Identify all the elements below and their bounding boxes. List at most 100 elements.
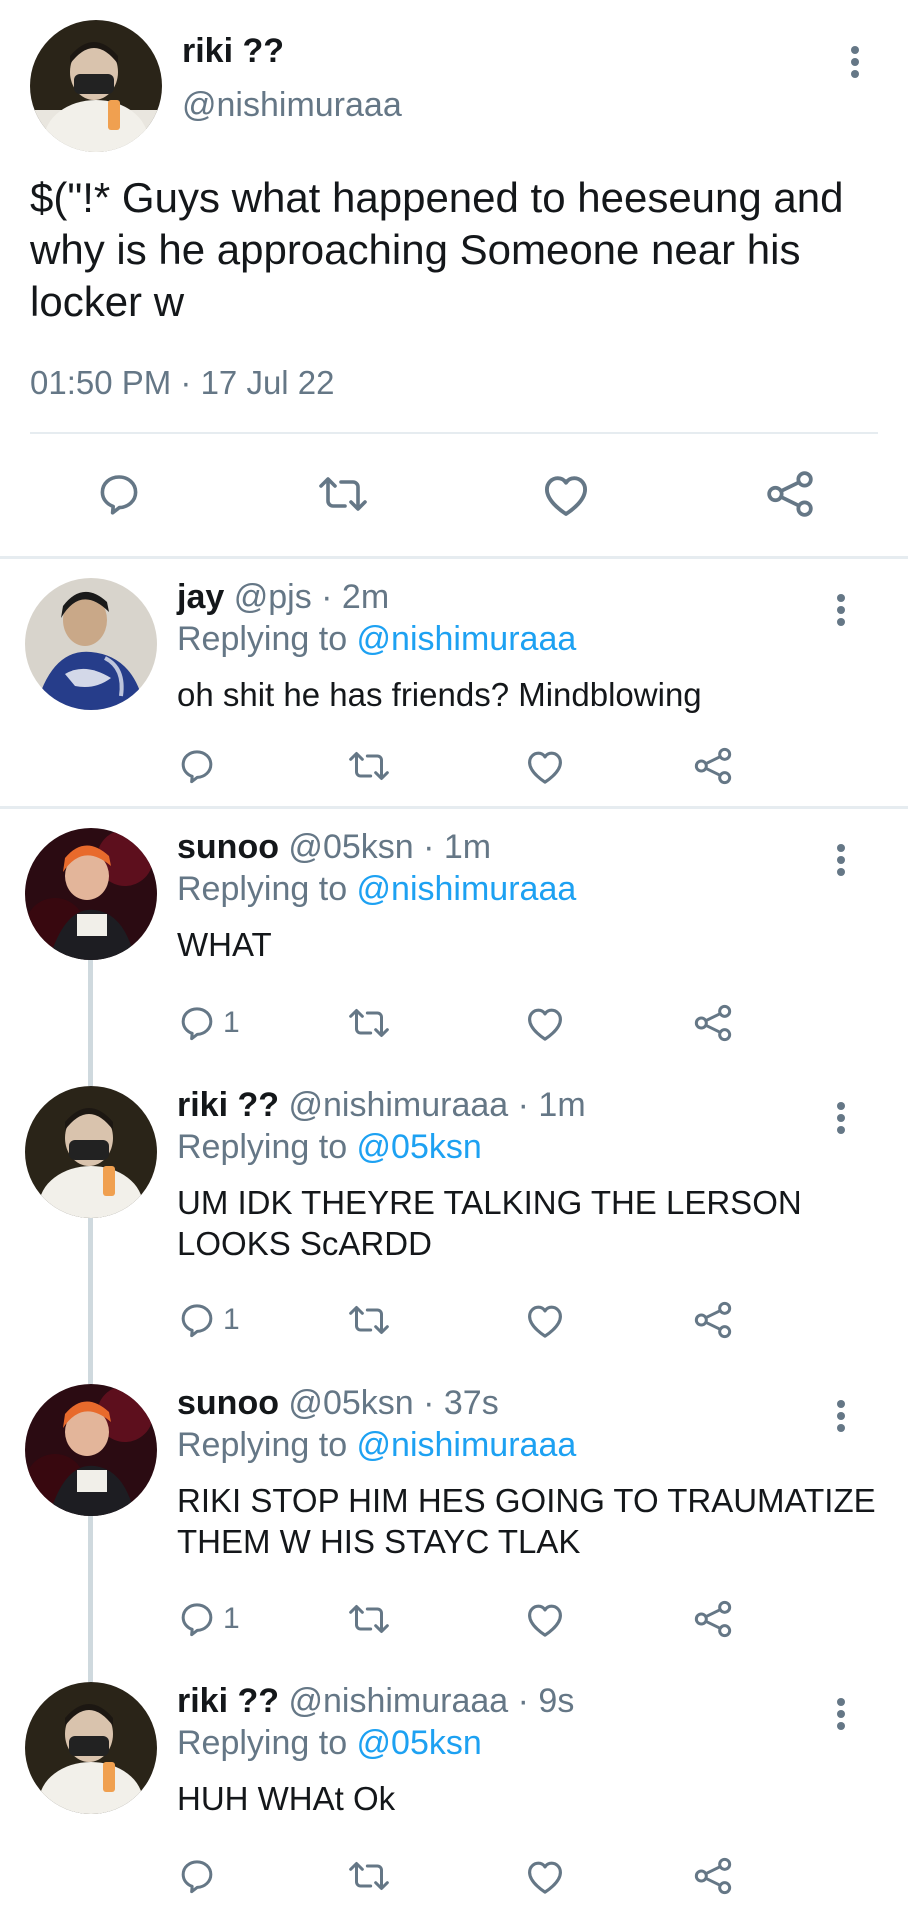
author-handle-time: @pjs · 2m: [224, 578, 390, 616]
thread-line: [88, 1514, 93, 1682]
author-name[interactable]: riki ??: [182, 32, 284, 71]
retweet-icon: [349, 1862, 389, 1890]
author-name[interactable]: jay: [177, 578, 224, 616]
heart-icon: [528, 1861, 562, 1894]
mention-link[interactable]: @05ksn: [357, 1724, 482, 1762]
retweet-icon: [349, 1605, 389, 1633]
section-divider: [0, 806, 908, 809]
retweet-button[interactable]: [347, 742, 391, 790]
replying-to: Replying to @nishimuraaa: [177, 1426, 576, 1465]
reply-count: 1: [223, 1303, 240, 1336]
reply-button[interactable]: [177, 1852, 223, 1900]
reply-button[interactable]: [177, 742, 223, 790]
reply-icon: [100, 475, 138, 515]
retweet-button[interactable]: [315, 466, 371, 522]
reply-header: jay @pjs · 2m: [177, 578, 389, 617]
retweet-icon: [349, 1306, 389, 1334]
author-handle-time: @nishimuraaa · 1m: [279, 1086, 586, 1124]
reply-text: oh shit he has friends? Mindblowing: [177, 676, 702, 713]
reply-icon: [181, 1007, 213, 1041]
avatar[interactable]: [25, 578, 157, 710]
reply-count: 1: [223, 1602, 240, 1635]
share-button[interactable]: [693, 1595, 733, 1643]
author-handle-time: @nishimuraaa · 9s: [279, 1682, 575, 1720]
reply-icon: [181, 750, 213, 784]
like-button[interactable]: [524, 1296, 566, 1344]
share-button[interactable]: [693, 1296, 733, 1344]
more-options-icon[interactable]: [826, 1396, 856, 1436]
retweet-icon: [349, 1009, 389, 1037]
more-options-icon[interactable]: [840, 42, 870, 82]
author-name[interactable]: riki ??: [177, 1682, 279, 1720]
reply-icon: [181, 1860, 213, 1894]
like-button[interactable]: [524, 742, 566, 790]
heart-icon: [544, 476, 588, 516]
heart-icon: [528, 751, 562, 784]
replying-prefix: Replying to: [177, 1724, 357, 1762]
like-button[interactable]: [524, 1852, 566, 1900]
author-handle-time: @05ksn · 37s: [278, 1384, 499, 1422]
more-options-icon[interactable]: [826, 1694, 856, 1734]
reply-action-bar: [177, 742, 737, 790]
avatar[interactable]: [25, 828, 157, 960]
reply-action-bar: 1: [177, 999, 737, 1047]
more-options-icon[interactable]: [826, 590, 856, 630]
share-icon: [694, 1301, 732, 1339]
more-options-icon[interactable]: [826, 1098, 856, 1138]
heart-icon: [528, 1008, 562, 1041]
more-options-icon[interactable]: [826, 840, 856, 880]
replying-to: Replying to @nishimuraaa: [177, 870, 576, 909]
share-button[interactable]: [762, 466, 818, 522]
reply-text: WHAT: [177, 926, 272, 963]
heart-icon: [528, 1604, 562, 1637]
reply-button[interactable]: 1: [177, 1595, 240, 1643]
share-button[interactable]: [693, 1852, 733, 1900]
reply-button[interactable]: [91, 466, 147, 522]
reply-button[interactable]: 1: [177, 999, 240, 1047]
reply-header: sunoo @05ksn · 37s: [177, 1384, 499, 1423]
avatar[interactable]: [25, 1384, 157, 1516]
reply-action-bar: [177, 1852, 737, 1900]
mention-link[interactable]: @05ksn: [357, 1128, 482, 1166]
retweet-button[interactable]: [347, 1595, 391, 1643]
share-icon: [694, 1857, 732, 1895]
avatar[interactable]: [30, 20, 162, 152]
like-button[interactable]: [524, 1595, 566, 1643]
like-button[interactable]: [538, 466, 594, 522]
mention-link[interactable]: @nishimuraaa: [357, 1426, 577, 1464]
retweet-button[interactable]: [347, 1296, 391, 1344]
author-name[interactable]: sunoo: [177, 828, 279, 866]
share-icon: [694, 1004, 732, 1042]
share-button[interactable]: [693, 742, 733, 790]
tweet-text: $("!* Guys what happened to heeseung and…: [30, 174, 844, 325]
share-icon: [694, 1600, 732, 1638]
author-handle[interactable]: @nishimuraaa: [182, 86, 402, 125]
reply-count: 1: [223, 1006, 240, 1039]
retweet-button[interactable]: [347, 999, 391, 1047]
reply-text: HUH WHAt Ok: [177, 1780, 396, 1817]
reply-button[interactable]: 1: [177, 1296, 240, 1344]
replying-to: Replying to @05ksn: [177, 1724, 482, 1763]
replying-to: Replying to @nishimuraaa: [177, 620, 576, 659]
avatar[interactable]: [25, 1682, 157, 1814]
replying-to: Replying to @05ksn: [177, 1128, 482, 1167]
like-button[interactable]: [524, 999, 566, 1047]
author-name[interactable]: riki ??: [177, 1086, 279, 1124]
replying-prefix: Replying to: [177, 870, 357, 908]
retweet-button[interactable]: [347, 1852, 391, 1900]
retweet-icon: [349, 752, 389, 780]
reply-action-bar: 1: [177, 1595, 737, 1643]
author-name[interactable]: sunoo: [177, 1384, 279, 1422]
divider: [30, 432, 878, 434]
reply-text: UM IDK THEYRE TALKING THE LERSON LOOKS S…: [177, 1184, 802, 1262]
reply-icon: [181, 1304, 213, 1338]
share-button[interactable]: [693, 999, 733, 1047]
mention-link[interactable]: @nishimuraaa: [357, 870, 577, 908]
mention-link[interactable]: @nishimuraaa: [357, 620, 577, 658]
reply-action-bar: 1: [177, 1296, 737, 1344]
thread-line: [88, 1216, 93, 1384]
replying-prefix: Replying to: [177, 620, 357, 658]
avatar[interactable]: [25, 1086, 157, 1218]
share-icon: [694, 747, 732, 785]
thread-line: [88, 958, 93, 1086]
